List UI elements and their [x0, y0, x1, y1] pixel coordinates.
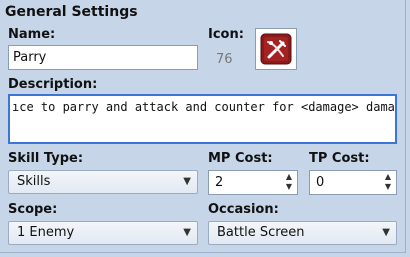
name-input[interactable]: Parry	[8, 45, 198, 70]
name-label: Name:	[8, 27, 56, 42]
description-text: ıce to parry and attack and counter for …	[12, 100, 397, 114]
tp-cost-input[interactable]: 0 ▲ ▼	[309, 170, 397, 195]
scope-value: 1 Enemy	[17, 225, 75, 240]
spinner-arrows-icon[interactable]: ▲ ▼	[382, 172, 394, 193]
chevron-down-icon: ▼	[382, 227, 390, 238]
skill-type-label: Skill Type:	[8, 151, 84, 166]
scope-select[interactable]: 1 Enemy ▼	[8, 221, 198, 245]
general-settings-panel: General Settings Name: Parry Icon: 76 De…	[0, 0, 406, 253]
mp-cost-label: MP Cost:	[208, 151, 273, 166]
chevron-down-icon: ▼	[183, 227, 191, 238]
tp-cost-label: TP Cost:	[309, 151, 370, 166]
icon-label: Icon:	[208, 27, 244, 42]
scope-label: Scope:	[8, 202, 58, 217]
skill-type-value: Skills	[17, 174, 51, 189]
icon-index: 76	[216, 52, 233, 67]
mp-cost-input[interactable]: 2 ▲ ▼	[208, 170, 298, 195]
parry-skill-icon	[260, 33, 292, 65]
description-field[interactable]: ıce to parry and attack and counter for …	[8, 94, 397, 144]
occasion-select[interactable]: Battle Screen ▼	[208, 221, 397, 245]
chevron-down-icon: ▼	[183, 176, 191, 187]
mp-cost-value: 2	[215, 175, 224, 190]
occasion-label: Occasion:	[208, 202, 279, 217]
occasion-value: Battle Screen	[217, 225, 305, 240]
skill-type-select[interactable]: Skills ▼	[8, 170, 198, 194]
description-label: Description:	[8, 77, 98, 92]
tp-cost-value: 0	[316, 175, 325, 190]
icon-picker[interactable]	[255, 28, 297, 70]
section-title: General Settings	[5, 4, 138, 20]
name-value: Parry	[13, 50, 47, 65]
spinner-arrows-icon[interactable]: ▲ ▼	[283, 172, 295, 193]
